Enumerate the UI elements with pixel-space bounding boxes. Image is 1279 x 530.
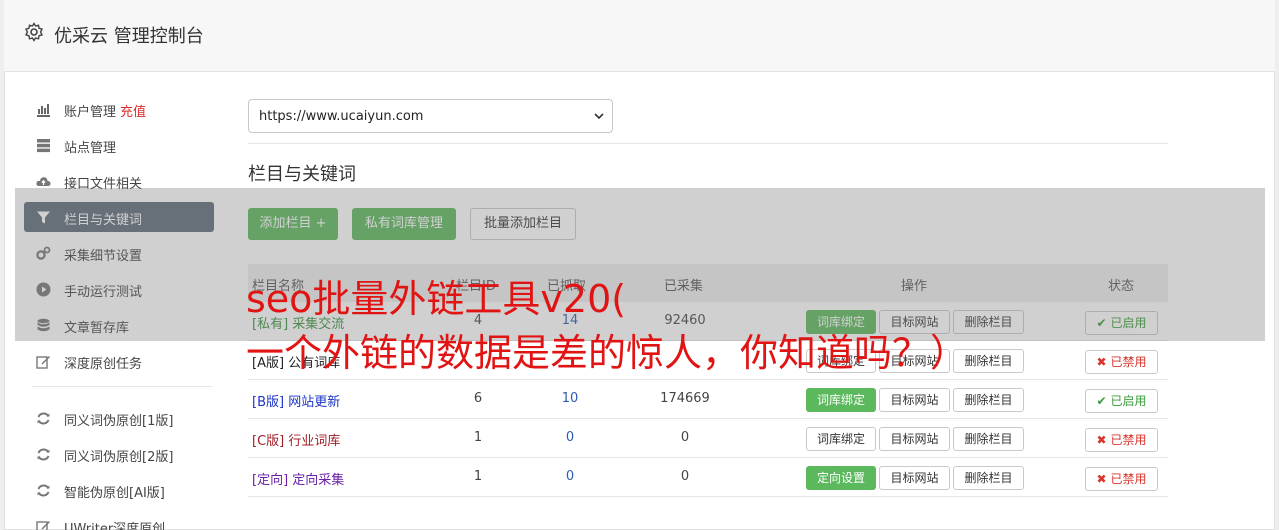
sidebar-item-account[interactable]: 账户管理 充值: [24, 94, 214, 124]
table-row: [B版] 网站更新 6 10 174669 词库绑定 目标网站 删除栏目 ✔ 已启用: [248, 380, 1168, 419]
page-title: 优采云 管理控制台: [54, 26, 204, 47]
lexicon-bind-button[interactable]: 词库绑定: [806, 388, 876, 412]
edit-icon: [36, 521, 50, 530]
status-toggle[interactable]: ✖ 已禁用: [1085, 350, 1158, 374]
bar-chart-icon: [37, 104, 50, 117]
sidebar-item-uwriter[interactable]: UWriter深度原创: [24, 511, 214, 530]
target-site-button[interactable]: 目标网站: [879, 466, 950, 490]
collected-count: 0: [680, 430, 690, 445]
column-tag: [C版]: [252, 434, 285, 449]
sidebar-item-deep-original[interactable]: 深度原创任务: [24, 346, 214, 376]
section-title: 栏目与关键词: [248, 164, 356, 185]
column-name-link[interactable]: [定向] 定向采集: [252, 469, 344, 488]
collected-count: 0: [680, 469, 690, 484]
column-name-link[interactable]: [B版] 网站更新: [252, 391, 340, 410]
gear-icon: [25, 22, 43, 42]
fetched-count[interactable]: 0: [540, 430, 600, 445]
sidebar-item-ai-rewrite[interactable]: 智能伪原创[AI版]: [24, 475, 214, 505]
sidebar-item-sites[interactable]: 站点管理: [24, 130, 214, 160]
site-select-value: https://www.ucaiyun.com: [259, 109, 424, 124]
status-toggle[interactable]: ✔ 已启用: [1085, 389, 1158, 413]
refresh-icon: [37, 484, 50, 497]
overlay-line-1: seo批量外链工具v20(: [246, 277, 627, 321]
sidebar-item-label: 同义词伪原创[2版]: [64, 450, 174, 465]
cross-icon: ✖: [1096, 355, 1107, 369]
sidebar-item-label: 同义词伪原创[1版]: [64, 414, 174, 429]
column-id: 1: [473, 430, 483, 445]
status-label: 已禁用: [1110, 472, 1147, 486]
lexicon-bind-button[interactable]: 词库绑定: [806, 427, 876, 451]
divider: [248, 143, 1168, 144]
overlay-caption: seo批量外链工具v20( 一个外链的数据是差的惊人，你知道吗？）: [246, 272, 968, 380]
column-id: 6: [473, 391, 483, 406]
refresh-icon: [37, 412, 50, 425]
sidebar-item-label: 站点管理: [64, 141, 117, 156]
delete-column-button[interactable]: 删除栏目: [953, 427, 1024, 451]
column-tag: [定向]: [252, 473, 289, 488]
table-row: [C版] 行业词库 1 0 0 词库绑定 目标网站 删除栏目 ✖ 已禁用: [248, 419, 1168, 458]
site-select[interactable]: https://www.ucaiyun.com: [248, 99, 613, 133]
status-label: 已启用: [1110, 394, 1147, 408]
delete-column-button[interactable]: 删除栏目: [953, 388, 1024, 412]
check-icon: ✔: [1096, 394, 1107, 408]
column-id: 1: [473, 469, 483, 484]
sidebar-item-label: 深度原创任务: [64, 357, 143, 372]
column-name-link[interactable]: [C版] 行业词库: [252, 430, 340, 449]
refresh-icon: [37, 448, 50, 461]
target-site-button[interactable]: 目标网站: [879, 388, 950, 412]
column-name: 行业词库: [288, 434, 341, 449]
delete-column-button[interactable]: 删除栏目: [953, 466, 1024, 490]
cross-icon: ✖: [1096, 433, 1107, 447]
chevron-down-icon: [594, 113, 604, 120]
sidebar-item-label: UWriter深度原创: [64, 522, 166, 530]
column-name: 网站更新: [288, 395, 341, 410]
lexicon-bind-button[interactable]: 定向设置: [806, 466, 876, 490]
status-label: 已禁用: [1110, 355, 1147, 369]
fetched-count[interactable]: 10: [540, 391, 600, 406]
status-toggle[interactable]: ✖ 已禁用: [1085, 428, 1158, 452]
fetched-count[interactable]: 0: [540, 469, 600, 484]
recharge-link[interactable]: 充值: [120, 105, 146, 120]
sidebar-item-label: 智能伪原创[AI版]: [64, 486, 165, 501]
page-header: 优采云 管理控制台: [4, 0, 1275, 72]
sidebar-divider: [32, 386, 212, 387]
server-icon: [37, 139, 50, 153]
collected-count: 174669: [660, 391, 710, 406]
sidebar-item-label: 账户管理: [64, 105, 117, 120]
overlay-line-2: 一个外链的数据是差的惊人，你知道吗？）: [246, 331, 969, 375]
sidebar-item-synonym-v2[interactable]: 同义词伪原创[2版]: [24, 439, 214, 469]
status-toggle[interactable]: ✖ 已禁用: [1085, 467, 1158, 491]
edit-icon: [36, 356, 50, 369]
target-site-button[interactable]: 目标网站: [879, 427, 950, 451]
cross-icon: ✖: [1096, 472, 1107, 486]
sidebar-item-synonym-v1[interactable]: 同义词伪原创[1版]: [24, 403, 214, 433]
column-name: 定向采集: [292, 473, 345, 488]
table-row: [定向] 定向采集 1 0 0 定向设置 目标网站 删除栏目 ✖ 已禁用: [248, 458, 1168, 497]
column-tag: [B版]: [252, 395, 285, 410]
cloud-upload-icon: [36, 177, 51, 186]
status-label: 已禁用: [1110, 433, 1147, 447]
